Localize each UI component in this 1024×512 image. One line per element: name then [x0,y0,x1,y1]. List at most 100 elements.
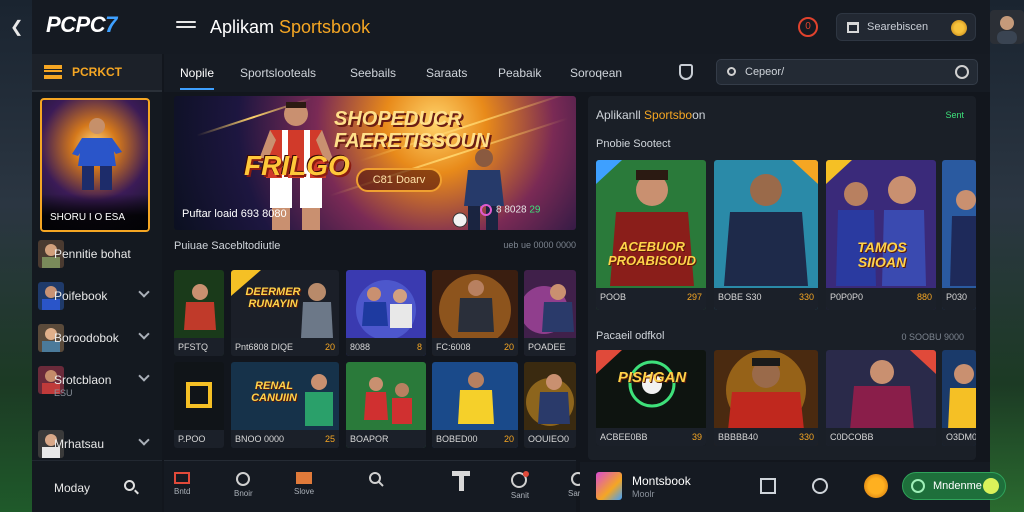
left-section-header: Puiuae Sacebltodiutle ueb ue 0000 0000 [174,240,576,264]
hero-cta-button[interactable]: C81 Doarv [356,168,442,192]
home-icon [174,472,191,484]
bottom-nav-tee[interactable] [452,471,470,493]
live-dot-icon [480,204,492,216]
game-card[interactable]: 8088 8 [346,270,426,356]
feature-card-meta: BOBE S30 [718,292,762,302]
game-meta: P.POO [178,434,206,444]
feature-card[interactable]: BOBE S30 330 [714,160,818,310]
search-icon [369,472,384,487]
deposit-button-label: Mndenme [933,480,982,492]
filter-circle-icon[interactable] [955,65,969,79]
notification-icon[interactable]: 0 [798,17,818,37]
bottom-nav-bnoir[interactable]: Bnoir [234,471,253,498]
game-meta: FC:6008 [436,342,471,352]
tab-peabaik[interactable]: Peabaik [498,66,541,80]
bottom-nav-slove[interactable]: Slove [294,471,314,496]
feature-card-value: 880 [916,292,932,302]
chevron-down-icon [138,434,150,446]
bottom-nav-home[interactable]: Bntd [174,471,190,496]
game-card[interactable]: FC:6008 20 [432,270,518,356]
sidebar-item-srotcblaon[interactable]: Srotcblaon ESU [32,360,162,400]
right-section-more[interactable]: 0 SOOBU 9000 [901,332,964,342]
feature-card[interactable]: TAMOS SIIOAN P0P0P0 880 [826,160,936,310]
stadium-background-right [990,0,1024,512]
game-value: 20 [503,342,514,352]
game-card[interactable]: BOAPOR [346,362,426,448]
app-window: PCPC7 Aplikam Sportsbook 0 Searebiscen P… [32,0,1024,512]
top-search-text: Searebiscen [867,21,929,33]
feature-card-meta: P0P0P0 [830,292,864,302]
tab-soroqean[interactable]: Soroqean [570,66,622,80]
brand-logo[interactable]: PCPC7 [46,12,117,38]
game-meta: PFSTQ [178,342,209,352]
coin-icon [983,478,999,494]
feature-card-value: 39 [691,432,702,442]
top-search-field[interactable]: Searebiscen [836,13,976,41]
feature-card[interactable]: ACEBUOR PROABISOUD POOB 297 [596,160,706,310]
tab-nopile[interactable]: Nopile [180,66,215,90]
bottom-nav-search[interactable] [368,471,384,489]
search-input[interactable]: Cepeor/ [716,59,978,85]
feature-card[interactable]: P030 [942,160,976,310]
sidebar-item-boroodobok[interactable]: Boroodobok [32,318,162,358]
bottom-nav: Bntd Bnoir Slove Sanit Sanot [164,460,589,512]
menu-stack-icon [44,65,62,79]
profile-thumbnail[interactable] [596,472,622,500]
feature-card[interactable]: O3DM0 [942,350,976,446]
deposit-button[interactable]: Mndenme [902,472,1006,500]
sidebar: PCRKCT SHORU I O ESA Pennitie bohat Poif… [32,54,162,512]
search-icon [727,67,736,76]
feature-card-meta: O3DM0 [946,432,976,442]
sidebar-header[interactable]: PCRKCT [32,54,162,92]
hamburger-menu-icon[interactable] [176,18,196,36]
feature-card-title: ACEBUOR PROABISOUD [607,239,697,268]
right-bottom-bar: Montsbook Moolr Mndenme [580,462,1006,512]
tab-sportslooteals[interactable]: Sportslooteals [240,66,316,80]
lock-icon[interactable] [812,478,828,494]
search-icon[interactable] [124,480,135,491]
feature-card-value: 330 [798,292,814,302]
headset-icon [236,472,251,486]
shield-icon[interactable] [679,64,693,80]
hero-count-ok: 29 [529,204,541,216]
tab-seebails[interactable]: Seebails [350,66,396,80]
game-meta: Pnt6808 DIQE [235,342,294,352]
game-card[interactable]: P.POO [174,362,224,448]
feature-card[interactable]: C0DCOBB [826,350,936,446]
right-panel-title-suffix: on [692,108,706,122]
game-card[interactable]: POADEE [524,270,576,356]
game-value: 20 [324,342,335,352]
sidebar-item-mrhatsau[interactable]: Mrhatsau [32,424,162,464]
bonus-icon[interactable] [864,474,888,498]
user-avatar[interactable] [990,10,1024,44]
sidebar-bottom[interactable]: Moday [32,460,162,512]
game-card[interactable]: OOUIEO0 [524,362,576,448]
right-panel-link[interactable]: Sent [945,110,964,120]
feature-card[interactable]: PISHGAN ACBEE0BB 39 [596,350,706,446]
game-card[interactable]: RENAL CANUIIN BNOO 0000 25 [231,362,339,448]
game-value: 20 [503,434,514,444]
game-meta: POADEE [528,342,566,352]
tab-saraats[interactable]: Saraats [426,66,467,80]
chevron-down-icon [138,370,150,382]
bottom-nav-label: Bntd [174,487,191,496]
bottom-nav-label: Bnoir [234,489,253,498]
sidebar-item-poifebook[interactable]: Poifebook [32,276,162,316]
sidebar-promo-card[interactable]: SHORU I O ESA [40,98,150,232]
sidebar-item-label: Srotcblaon [54,373,112,387]
bottom-nav-label: Sanit [510,491,530,500]
sidebar-item-pennitie[interactable]: Pennitie bohat [32,234,162,274]
bookmark-icon[interactable] [760,478,776,494]
game-card[interactable]: BOBED00 20 [432,362,518,448]
game-card[interactable]: PFSTQ [174,270,224,356]
bottom-nav-sanit[interactable]: Sanit [510,471,530,500]
left-section-more[interactable]: ueb ue 0000 0000 [503,240,576,250]
right-section-title: Pacaeil odfkol [596,330,665,342]
game-card[interactable]: DEERMER RUNAYIN Pnt6808 DIQE 20 [231,270,339,356]
feature-card[interactable]: BBBBB40 330 [714,350,818,446]
game-meta: BNOO 0000 [235,434,285,444]
right-panel-title-prefix: Aplikanll [596,108,645,122]
hero-banner[interactable]: SHOPEDUCR FAERETISSOUN FRILGO C81 Doarv P… [174,96,576,230]
back-arrow-icon[interactable]: ❮ [10,18,28,38]
right-panel-title-accent: Sportsbo [644,108,693,122]
